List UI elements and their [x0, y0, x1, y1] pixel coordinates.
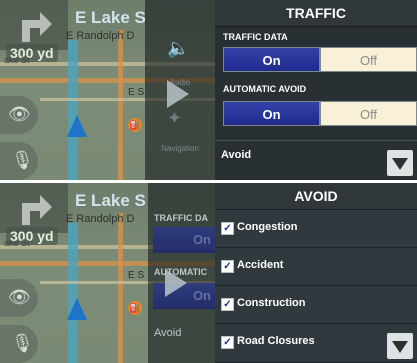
view-button[interactable]: 👁 — [0, 279, 38, 317]
avoid-screen: E Lake S E Randolph D 300 yd ake St E S … — [0, 183, 417, 363]
audio-icon[interactable]: 🔈 — [167, 38, 189, 59]
poi-marker-icon[interactable]: ⛽ — [128, 118, 142, 132]
avoid-item-label: Road Closures — [237, 335, 315, 347]
current-street: E Lake S — [75, 191, 146, 210]
turn-indicator — [0, 0, 68, 50]
eye-icon: 👁 — [8, 104, 31, 124]
traffic-data-toggle: On Off — [223, 47, 417, 72]
route-line — [68, 223, 78, 363]
avoid-label: Avoid — [221, 149, 252, 161]
voice-button[interactable]: 🎙 — [0, 325, 38, 363]
traffic-panel: TRAFFIC TRAFFIC DATA On Off AUTOMATIC AV… — [215, 0, 417, 180]
checkbox-checked-icon[interactable]: ✓ — [221, 260, 234, 273]
avoid-item-label: Accident — [237, 259, 284, 271]
map-street-label: ake St — [4, 55, 30, 65]
current-street: E Lake S — [75, 8, 146, 27]
map-road-major — [118, 213, 123, 363]
automatic-avoid-off-button[interactable]: Off — [320, 101, 417, 126]
map-street-label: ake St — [4, 238, 30, 248]
route-line — [68, 40, 78, 180]
navigation-label[interactable]: Navigation — [145, 144, 215, 153]
chevron-down-icon — [392, 341, 408, 353]
automatic-avoid-on-button[interactable]: On — [223, 101, 320, 126]
side-menu: 🔈 Audio ✦ Navigation — [145, 0, 215, 180]
map-street-label: E S — [128, 270, 145, 281]
panel-title: AVOID — [215, 183, 417, 210]
voice-button[interactable]: 🎙 — [0, 142, 38, 180]
checkbox-checked-icon[interactable]: ✓ — [221, 336, 234, 349]
compass-icon[interactable]: ✦ — [167, 108, 182, 129]
ghost-on-button: On — [153, 283, 215, 309]
ghost-on-button: On — [153, 227, 215, 253]
panel-title: TRAFFIC — [215, 0, 417, 27]
checkbox-checked-icon[interactable]: ✓ — [221, 298, 234, 311]
avoid-item-label: Congestion — [237, 221, 298, 233]
turn-right-arrow-icon — [22, 12, 52, 42]
traffic-panel-underlay: TRAFFIC DA On AUTOMATIC On Avoid — [148, 209, 215, 363]
cross-street: E Randolph D — [66, 213, 135, 225]
turn-indicator — [0, 183, 68, 233]
scroll-down-button[interactable] — [387, 333, 413, 359]
traffic-screen: E Lake S E Randolph D 300 yd ake St E S … — [0, 0, 417, 180]
traffic-data-label: TRAFFIC DATA — [223, 32, 288, 42]
microphone-icon: 🎙 — [11, 150, 34, 170]
chevron-down-icon — [392, 158, 408, 170]
vehicle-position-icon — [67, 115, 87, 137]
eye-icon: 👁 — [8, 287, 31, 307]
traffic-data-off-button[interactable]: Off — [320, 47, 417, 72]
map-road-major — [118, 30, 123, 180]
ghost-traffic-data-label: TRAFFIC DA — [154, 213, 208, 223]
avoid-item-accident[interactable]: ✓ Accident — [215, 248, 417, 286]
turn-right-arrow-icon — [22, 195, 52, 225]
microphone-icon: 🎙 — [11, 333, 34, 353]
audio-label[interactable]: Audio — [145, 78, 215, 87]
avoid-item-label: Construction — [237, 297, 306, 309]
ghost-automatic-label: AUTOMATIC — [154, 267, 208, 277]
automatic-avoid-label: AUTOMATIC AVOID — [223, 84, 307, 94]
traffic-data-on-button[interactable]: On — [223, 47, 320, 72]
ghost-avoid-label: Avoid — [154, 327, 182, 339]
view-button[interactable]: 👁 — [0, 96, 38, 134]
checkbox-checked-icon[interactable]: ✓ — [221, 222, 234, 235]
scroll-down-button[interactable] — [387, 150, 413, 176]
vehicle-position-icon — [67, 298, 87, 320]
automatic-avoid-toggle: On Off — [223, 101, 417, 126]
poi-marker-icon[interactable]: ⛽ — [128, 301, 142, 315]
cross-street: E Randolph D — [66, 30, 135, 42]
avoid-item-construction[interactable]: ✓ Construction — [215, 286, 417, 324]
map-street-label: E S — [128, 87, 145, 98]
avoid-item-congestion[interactable]: ✓ Congestion — [215, 210, 417, 248]
